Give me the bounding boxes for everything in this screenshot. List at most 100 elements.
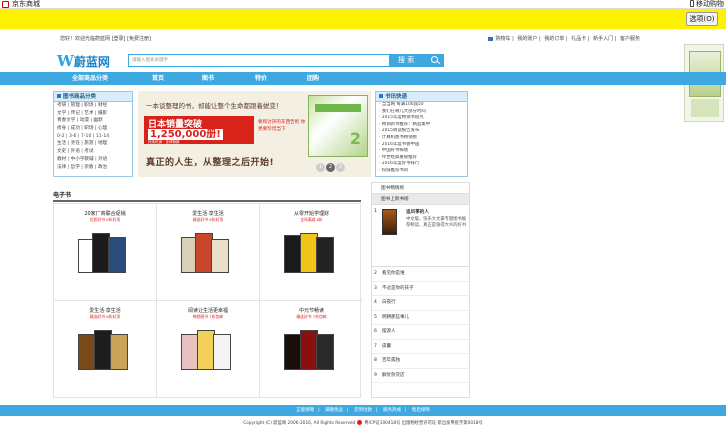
- ranking-item[interactable]: 4 白夜行: [372, 296, 469, 311]
- ebook-covers: [78, 229, 132, 279]
- toplink-cart[interactable]: 购物车: [496, 36, 511, 42]
- book-cover: [316, 334, 334, 370]
- banner-red-text: 要和讨厌的东西告别 你更要珍惜当下: [258, 120, 306, 132]
- news-item[interactable]: 2015年度畅销书盘点: [376, 115, 467, 122]
- banner-sales-block: 日本销量突破 1,250,000册! 持续热销 · 全球畅销: [144, 116, 254, 144]
- ebook-promo-title: 中元节畅读: [298, 308, 324, 314]
- police-badge-icon: [357, 420, 363, 425]
- nav-all-categories[interactable]: 全部商品分类: [72, 72, 108, 85]
- rank-number: 5: [374, 314, 377, 320]
- ranking-item[interactable]: 9 解忧杂货店: [372, 369, 469, 383]
- news-item[interactable]: 2016年度书香中国: [376, 142, 467, 149]
- app-logo-icon: [2, 1, 9, 8]
- category-row[interactable]: 考研 | 管理 | 职场 | 财经: [54, 102, 132, 110]
- footer-link[interactable]: 货到付款: [354, 408, 372, 413]
- news-item[interactable]: 计算机图书畅销榜: [376, 135, 467, 142]
- rank-number: 6: [374, 329, 377, 334]
- news-item[interactable]: 畅销新书推荐：精品集中: [376, 122, 467, 129]
- category-row[interactable]: 青春文学 | 动漫 | 幽默: [54, 117, 132, 125]
- toplink-newbie[interactable]: 新手入门: [593, 36, 613, 42]
- search-input[interactable]: 请输入搜索关键字: [128, 54, 390, 67]
- footer-link[interactable]: 正版保障: [296, 408, 314, 413]
- footer-link[interactable]: 服务热线: [383, 408, 401, 413]
- category-row[interactable]: 修身 | 成功 | 职场 | 心理: [54, 125, 132, 133]
- news-item[interactable]: 2015阅读报告发布: [376, 128, 467, 135]
- ranking-featured[interactable]: 1 追风筝的人 中文版，快乐大文豪专题图书推荐畅读，真正是值得大众的好书: [372, 205, 469, 267]
- ranking-item[interactable]: 8 百年孤独: [372, 354, 469, 369]
- toplink-orders[interactable]: 我的订单: [544, 36, 564, 42]
- banner-book-band: [315, 104, 361, 112]
- banner-tagline: 一本谈整理的书，却能让整个生命都跟着蜕变！: [146, 102, 283, 110]
- news-item[interactable]: 权威推荐书目: [376, 168, 467, 175]
- icp-text[interactable]: 粤ICP证100418号 出版物经营许可证 新出发粤批字第0018号: [364, 421, 483, 426]
- category-row[interactable]: 法律 | 哲学 | 宗教 | 政治: [54, 164, 132, 172]
- promo-banner[interactable]: 一本谈整理的书，却能让整个生命都跟着蜕变！ 日本销量突破 1,250,000册!…: [138, 91, 371, 177]
- rank-number: 3: [374, 285, 377, 291]
- nav-specials[interactable]: 特价: [255, 72, 267, 85]
- category-row[interactable]: 文史 | 外语 | 考试: [54, 148, 132, 156]
- banner-pager: 123: [316, 163, 346, 172]
- toplink-service[interactable]: 客户服务: [620, 36, 640, 42]
- book-cover: [213, 334, 231, 370]
- nav-books[interactable]: 图书: [202, 72, 214, 85]
- section-divider: [53, 200, 361, 202]
- ebook-promo-title: 爱生活·享生活: [89, 308, 121, 314]
- tab-new-books[interactable]: 图书上新书榜: [372, 194, 469, 205]
- nav-home[interactable]: 首页: [152, 72, 164, 85]
- news-item[interactable]: 我们在哪儿大部分时间: [376, 109, 467, 116]
- footer-links: 正版保障 | 满额免运 | 货到付款 | 服务热线 | 售后保障: [0, 405, 726, 416]
- search-button[interactable]: 搜 索: [390, 54, 444, 67]
- banner-slogan: 真正的人生，从整理之后开始!: [146, 158, 275, 168]
- ebook-covers: [181, 229, 235, 279]
- news-item[interactable]: 当当网 每满100减50: [376, 102, 467, 109]
- news-item[interactable]: 传世经典重磅推荐: [376, 155, 467, 162]
- window-titlebar: 京东商城 移动购物: [0, 0, 726, 9]
- toplink-giftcard[interactable]: 礼品卡: [571, 36, 586, 42]
- ebook-grid: 20家厂商联合促销 优质好书 6折封顶 爱生活·享生活 精选好书 6折封顶 从零…: [53, 203, 363, 398]
- banner-book-cover: 2: [308, 95, 368, 157]
- rank-title: 看见你是谁: [382, 271, 405, 276]
- info-bar: 选项(O): [0, 9, 726, 29]
- rank-number: 4: [374, 300, 377, 305]
- ranking-item[interactable]: 7 皮囊: [372, 340, 469, 354]
- tab-bestseller[interactable]: 图书畅销榜: [372, 183, 469, 194]
- banner-dot[interactable]: 3: [336, 163, 345, 172]
- news-header: 书讯快递: [376, 92, 467, 102]
- ebook-promo-cell[interactable]: 20家厂商联合促销 优质好书 6折封顶: [54, 204, 157, 301]
- news-item[interactable]: 2016年度好书排行: [376, 161, 467, 168]
- banner-dot-active[interactable]: 2: [326, 163, 335, 172]
- ranking-item[interactable]: 2 看见你是谁: [372, 267, 469, 282]
- ebook-promo-cell[interactable]: 爱生活·享生活 精选好书 6折封顶: [157, 204, 260, 301]
- category-row[interactable]: 文学 | 传记 | 艺术 | 摄影: [54, 110, 132, 118]
- banner-dot[interactable]: 1: [316, 163, 325, 172]
- mobile-shopping-link[interactable]: 移动购物: [690, 0, 724, 9]
- welcome-text[interactable]: 您好！欢迎光临蔚蓝网 [登录] [免费注册]: [60, 35, 151, 43]
- category-row[interactable]: 教材 | 中小学教辅 | 外语: [54, 156, 132, 164]
- rank-number: 7: [374, 343, 377, 349]
- ranking-item[interactable]: 5 明朝那些事儿: [372, 311, 469, 325]
- nav-groupbuy[interactable]: 团购: [307, 72, 319, 85]
- category-row[interactable]: 生活 | 烹饪 | 旅游 | 地理: [54, 140, 132, 148]
- site-logo[interactable]: W蔚蓝网: [57, 52, 110, 70]
- ebook-promo-cell[interactable]: 从零开始学理财 全场满减 8折: [260, 204, 363, 301]
- ebook-promo-title: 阅读让生活更幸福: [187, 308, 228, 314]
- ebook-promo-cell[interactable]: 爱生活·享生活 精选好书 6折封顶: [54, 301, 157, 398]
- rank-title: 解忧杂货店: [382, 372, 405, 378]
- toplink-account[interactable]: 我的账户: [517, 36, 537, 42]
- main-nav: 全部商品分类 首页 图书 特价 团购: [0, 72, 726, 85]
- ebook-promo-cell[interactable]: 中元节畅读 精选好书 7折包邮: [260, 301, 363, 398]
- footer-link[interactable]: 售后保障: [412, 408, 430, 413]
- options-button[interactable]: 选项(O): [686, 12, 718, 26]
- category-icon: [57, 94, 61, 98]
- footer-link[interactable]: 满额免运: [325, 408, 343, 413]
- ebook-promo-sub: 畅销图书 7折包邮: [192, 314, 224, 319]
- ranking-item[interactable]: 3 不过是你的孩子: [372, 282, 469, 296]
- rank-title: 白夜行: [382, 300, 396, 305]
- category-row[interactable]: 0-2 | 3-6 | 7-10 | 11-14: [54, 133, 132, 141]
- search-icon: [431, 56, 438, 63]
- copyright-line: Copyright (C) 蔚蓝网 2006-2016, All Rights …: [0, 420, 726, 428]
- ebook-promo-sub: 全场满减 8折: [300, 217, 323, 222]
- ranking-item[interactable]: 6 摆渡人: [372, 325, 469, 340]
- ebook-promo-cell[interactable]: 阅读让生活更幸福 畅销图书 7折包邮: [157, 301, 260, 398]
- news-item[interactable]: 中国好书揭晓: [376, 148, 467, 155]
